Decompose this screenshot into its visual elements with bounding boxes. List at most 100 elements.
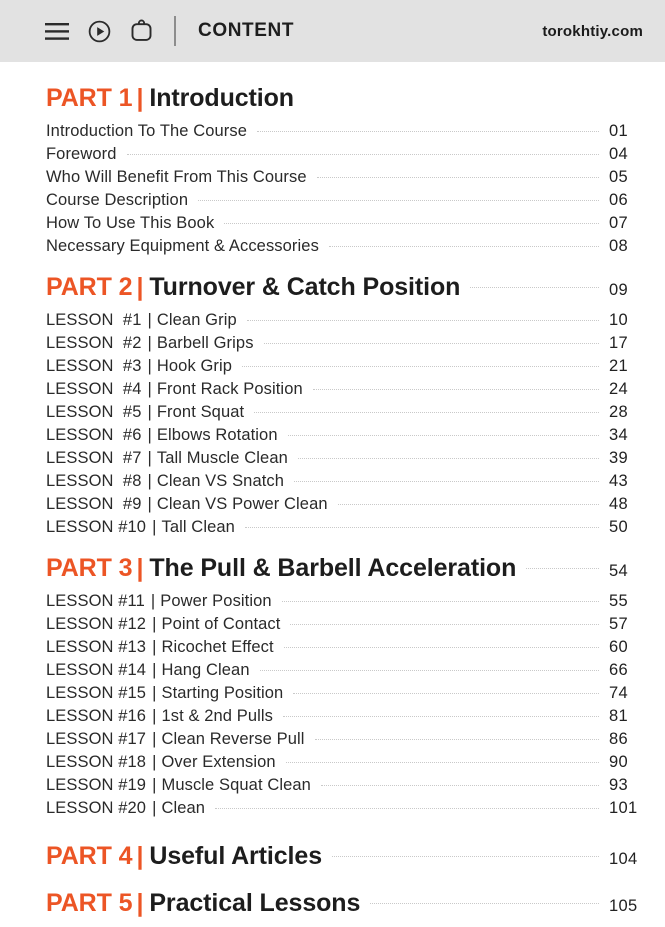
lesson-number: #10 (118, 518, 147, 536)
toc-entry-row[interactable]: Foreword 04 (0, 145, 665, 168)
lesson-row[interactable]: LESSON #12 | Point of Contact 57 (0, 615, 665, 638)
part-title: Introduction (149, 84, 294, 112)
dot-leader (242, 366, 599, 367)
lesson-row[interactable]: LESSON #18 | Over Extension 90 (0, 753, 665, 776)
page-number: 55 (609, 592, 628, 610)
lesson-word: LESSON (46, 518, 114, 536)
part-keyword: PART 3 (46, 554, 133, 582)
table-of-contents: PART 1 | Introduction Introduction To The … (0, 62, 665, 927)
lesson-separator: | (147, 472, 152, 490)
lesson-title: Clean VS Power Clean (156, 495, 328, 513)
lesson-title: Barbell Grips (156, 334, 254, 352)
part-keyword: PART 1 (46, 84, 133, 112)
app-header: CONTENT torokhtiy.com (0, 0, 665, 62)
lesson-row[interactable]: LESSON #1 | Clean Grip 10 (0, 311, 665, 334)
lesson-separator: | (152, 799, 157, 817)
lesson-row[interactable]: LESSON #3 | Hook Grip 21 (0, 357, 665, 380)
lesson-row[interactable]: LESSON #17 | Clean Reverse Pull 86 (0, 730, 665, 753)
toc-entry-row[interactable]: Introduction To The Course 01 (0, 122, 665, 145)
lesson-row[interactable]: LESSON #13 | Ricochet Effect 60 (0, 638, 665, 661)
lesson-word: LESSON (46, 357, 114, 375)
lesson-separator: | (152, 707, 157, 725)
lesson-separator: | (152, 661, 157, 679)
lesson-row[interactable]: LESSON #4 | Front Rack Position 24 (0, 380, 665, 403)
lesson-title: Front Squat (156, 403, 245, 421)
toc-entry-row[interactable]: Who Will Benefit From This Course 05 (0, 168, 665, 191)
lesson-row[interactable]: LESSON #6 | Elbows Rotation 34 (0, 426, 665, 449)
page-number: 21 (609, 357, 628, 375)
lesson-label: LESSON #12 | Point of Contact (46, 615, 280, 634)
dot-leader (293, 693, 599, 694)
lesson-number: #13 (118, 638, 147, 656)
lesson-row[interactable]: LESSON #7 | Tall Muscle Clean 39 (0, 449, 665, 472)
page-number: 34 (609, 426, 628, 444)
lesson-label: LESSON #7 | Tall Muscle Clean (46, 449, 288, 468)
lesson-row[interactable]: LESSON #10 | Tall Clean 50 (0, 518, 665, 541)
lesson-word: LESSON (46, 753, 114, 771)
lesson-separator: | (147, 357, 152, 375)
play-circle-icon[interactable] (86, 18, 112, 44)
lesson-word: LESSON (46, 776, 114, 794)
part-heading-row[interactable]: PART 1 | Introduction (0, 84, 665, 122)
toc-entry-row[interactable]: How To Use This Book 07 (0, 214, 665, 237)
lesson-separator: | (152, 753, 157, 771)
lesson-label: LESSON #1 | Clean Grip (46, 311, 237, 330)
lesson-separator: | (152, 615, 157, 633)
toc-entry-row[interactable]: Necessary Equipment & Accessories 08 (0, 237, 665, 260)
dot-leader (254, 412, 599, 413)
lesson-number: #3 (122, 357, 142, 375)
lesson-title: Clean VS Snatch (156, 472, 285, 490)
part-heading-label: PART 3 | The Pull & Barbell Acceleration (46, 554, 516, 583)
lesson-row[interactable]: LESSON #14 | Hang Clean 66 (0, 661, 665, 684)
bag-icon[interactable] (128, 18, 154, 44)
lesson-row[interactable]: LESSON #15 | Starting Position 74 (0, 684, 665, 707)
part-heading-row[interactable]: PART 2 | Turnover & Catch Position 09 (0, 273, 665, 311)
part-heading-row[interactable]: PART 4 | Useful Articles 104 (0, 842, 665, 880)
lesson-row[interactable]: LESSON #20 | Clean 101 (0, 799, 665, 822)
part-heading-row[interactable]: PART 5 | Practical Lessons 105 (0, 889, 665, 927)
part-keyword: PART 4 (46, 842, 133, 870)
lesson-title: Power Position (160, 592, 272, 610)
lesson-number: #14 (118, 661, 147, 679)
dot-leader (283, 647, 599, 648)
page-number: 60 (609, 638, 628, 656)
lesson-label: LESSON #9 | Clean VS Power Clean (46, 495, 328, 514)
dot-leader (320, 785, 599, 786)
page-number: 66 (609, 661, 628, 679)
page-number: 17 (609, 334, 628, 352)
lesson-number: #16 (118, 707, 147, 725)
part-title: Turnover & Catch Position (149, 273, 461, 301)
lesson-word: LESSON (46, 426, 114, 444)
page-number: 90 (609, 753, 628, 771)
toc-entry-row[interactable]: Course Description 06 (0, 191, 665, 214)
lesson-row[interactable]: LESSON #8 | Clean VS Snatch 43 (0, 472, 665, 495)
page-number: 07 (609, 214, 628, 232)
lesson-separator: | (152, 684, 157, 702)
lesson-label: LESSON #20 | Clean (46, 799, 205, 818)
dot-leader (297, 458, 599, 459)
lesson-word: LESSON (46, 311, 114, 329)
lesson-title: Front Rack Position (156, 380, 303, 398)
lesson-row[interactable]: LESSON #9 | Clean VS Power Clean 48 (0, 495, 665, 518)
lesson-row[interactable]: LESSON #5 | Front Squat 28 (0, 403, 665, 426)
part-heading-row[interactable]: PART 3 | The Pull & Barbell Acceleration 5… (0, 554, 665, 592)
dot-leader (337, 504, 599, 505)
page-number: 24 (609, 380, 628, 398)
lesson-row[interactable]: LESSON #19 | Muscle Squat Clean 93 (0, 776, 665, 799)
lesson-row[interactable]: LESSON #16 | 1st & 2nd Pulls 81 (0, 707, 665, 730)
part-separator: | (136, 84, 144, 112)
lesson-label: LESSON #14 | Hang Clean (46, 661, 250, 680)
part-keyword: PART 5 (46, 889, 133, 917)
page-number: 06 (609, 191, 628, 209)
lesson-row[interactable]: LESSON #2 | Barbell Grips 17 (0, 334, 665, 357)
part-separator: | (136, 554, 144, 582)
part-keyword: PART 2 (46, 273, 133, 301)
dot-leader (263, 343, 599, 344)
lesson-word: LESSON (46, 472, 114, 490)
lesson-row[interactable]: LESSON #11 | Power Position 55 (0, 592, 665, 615)
part-title: Useful Articles (149, 842, 322, 870)
hamburger-menu-icon[interactable] (44, 18, 70, 44)
part-heading-label: PART 5 | Practical Lessons (46, 889, 360, 918)
part-title: The Pull & Barbell Acceleration (149, 554, 517, 582)
part-separator: | (136, 889, 144, 917)
